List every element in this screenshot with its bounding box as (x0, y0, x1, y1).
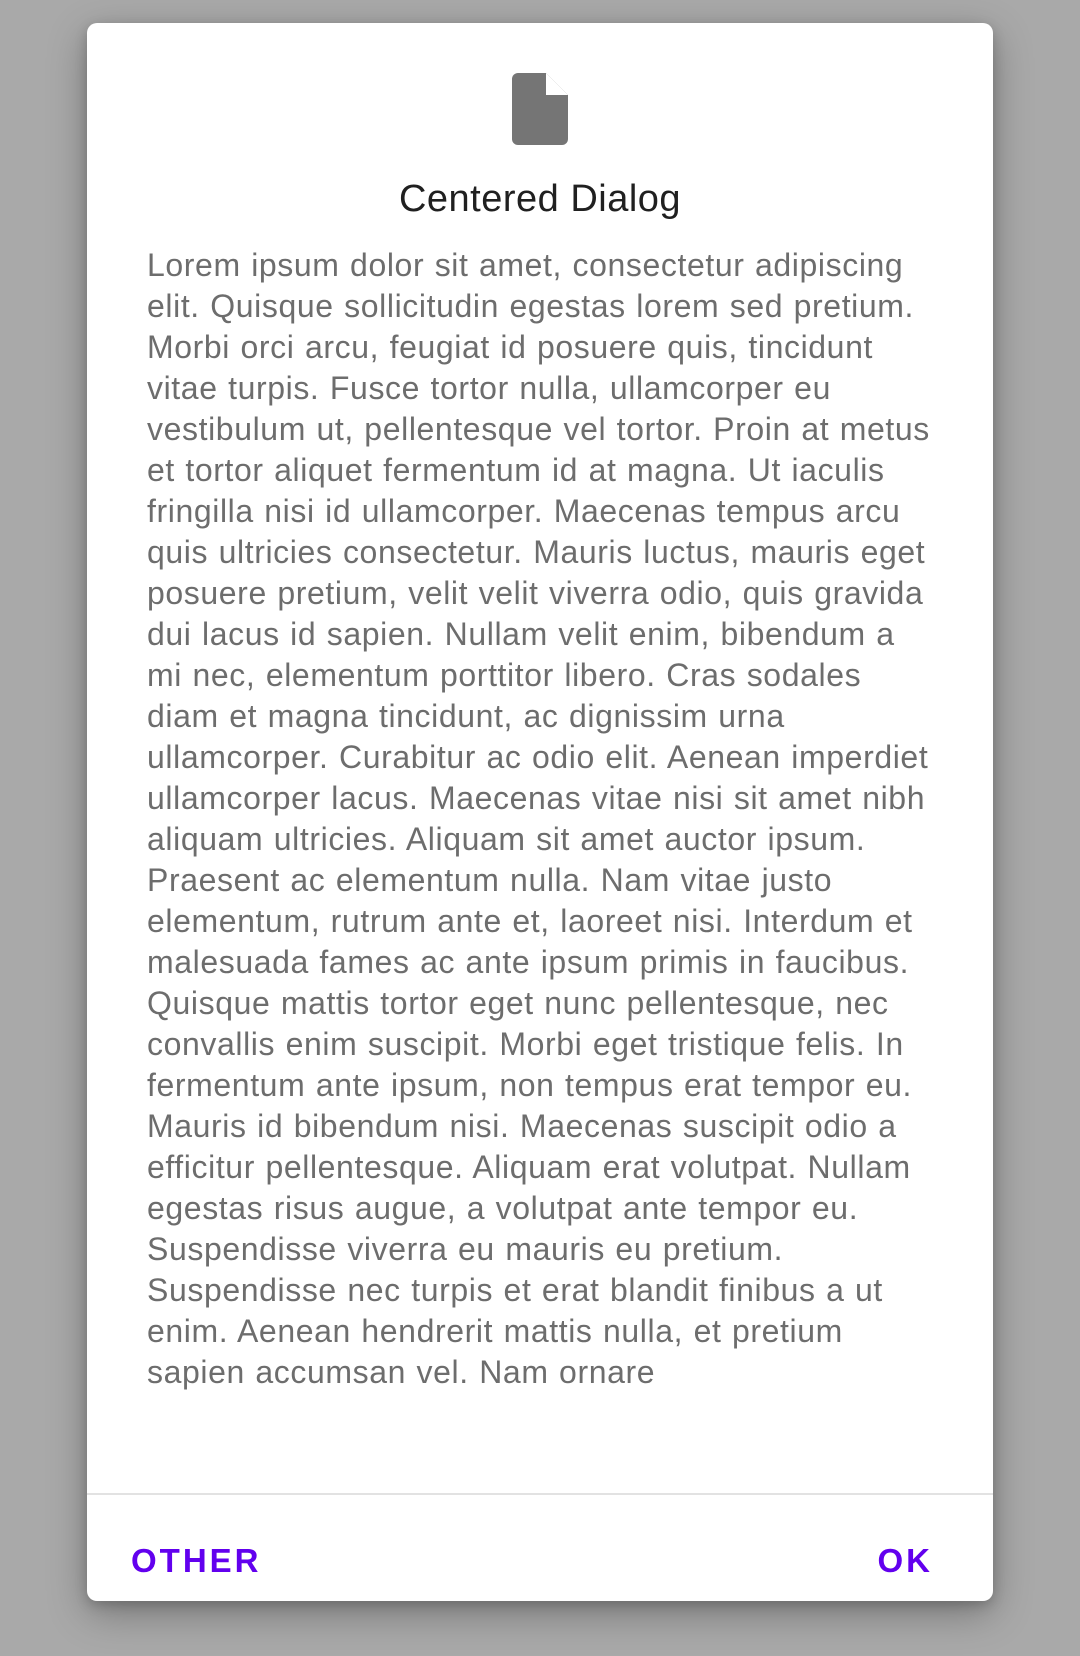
dialog-scrollable-content[interactable]: Lorem ipsum dolor sit amet, consectetur … (147, 245, 937, 1493)
dialog-icon-container (87, 73, 993, 145)
file-icon (512, 73, 568, 145)
other-button[interactable]: OTHER (119, 1523, 274, 1599)
centered-dialog: Centered Dialog Lorem ipsum dolor sit am… (87, 23, 993, 1601)
dialog-body-text: Lorem ipsum dolor sit amet, consectetur … (147, 247, 930, 1390)
ok-button[interactable]: OK (866, 1523, 934, 1599)
dialog-title: Centered Dialog (398, 178, 682, 220)
dialog-divider (87, 1493, 993, 1495)
